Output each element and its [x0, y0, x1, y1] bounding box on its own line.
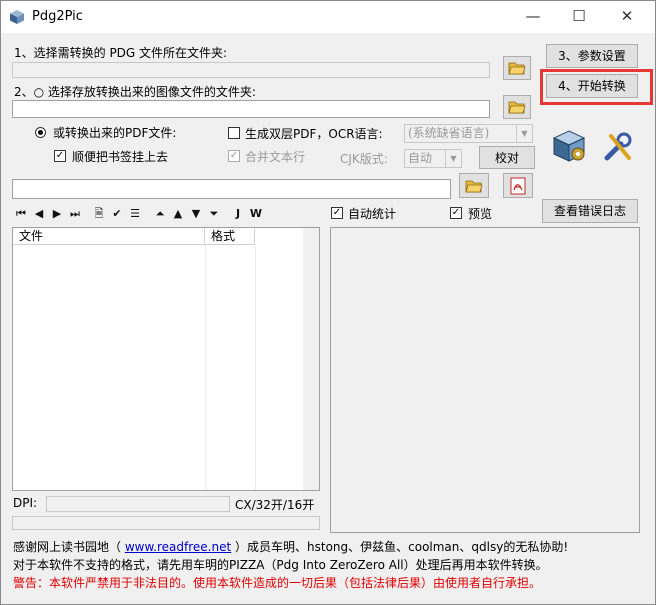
app-icon: [9, 9, 25, 25]
list-edit-icon[interactable]: ☰: [127, 206, 143, 222]
dual-layer-checkbox[interactable]: [228, 127, 240, 139]
thanks-suffix: ）成员车明、hstong、伊兹鱼、coolman、qdlsy的无私协助!: [231, 540, 569, 554]
warning-text: 警告：本软件严禁用于非法目的。使用本软件造成的一切后果（包括法律后果）由使用者自…: [13, 576, 542, 590]
first-icon[interactable]: ⏮: [13, 206, 29, 222]
column-header-file[interactable]: 文件: [13, 228, 205, 245]
format-note: 对于本软件不支持的格式，请先用车明的PIZZA（Pdg Into ZeroZer…: [13, 558, 548, 572]
auto-stat-label: 自动统计: [348, 207, 397, 221]
move-up-icon[interactable]: ▲: [170, 206, 186, 222]
params-button[interactable]: 3、参数设置: [546, 44, 638, 68]
maximize-button[interactable]: ☐: [556, 1, 602, 32]
pdf-output-radio[interactable]: [35, 127, 46, 138]
proofread-button[interactable]: 校对: [479, 146, 535, 169]
next-icon[interactable]: ▶: [49, 206, 65, 222]
readfree-link[interactable]: www.readfree.net: [125, 540, 231, 554]
tools-icon[interactable]: [601, 130, 635, 164]
prev-icon[interactable]: ◀: [31, 206, 47, 222]
pdf-icon: [510, 177, 526, 194]
browse-pdf-folder-button[interactable]: [459, 173, 489, 198]
step2-label: 2、○ 选择存放转换出来的图像文件的文件夹:: [14, 85, 256, 99]
w-icon[interactable]: W: [248, 206, 264, 222]
close-button[interactable]: ✕: [604, 1, 650, 32]
folder-open-icon: [508, 62, 526, 75]
start-convert-button[interactable]: 4、开始转换: [546, 74, 638, 98]
dropdown-arrow-icon: ▼: [516, 125, 532, 142]
close-icon: ✕: [620, 7, 634, 25]
preview-pane: [330, 227, 640, 533]
preview-label: 预览: [468, 207, 493, 221]
dual-layer-label: 生成双层PDF，OCR语言:: [245, 127, 383, 141]
pdf-path-input[interactable]: [12, 179, 451, 199]
package-icon[interactable]: [550, 127, 588, 165]
minimize-icon: —: [525, 7, 541, 25]
status-bar: [12, 516, 320, 530]
dpi-label: DPI:: [13, 496, 38, 510]
ocr-language-value: (系统缺省语言): [408, 126, 490, 140]
dpi-progress: [46, 496, 230, 512]
move-bottom-icon[interactable]: ⏷: [206, 206, 222, 222]
document-icon[interactable]: 🗎: [91, 206, 107, 222]
bookmark-checkbox[interactable]: ✓: [54, 150, 66, 162]
merge-text-checkbox[interactable]: ✓: [228, 150, 240, 162]
bookmark-label: 顺便把书签挂上去: [72, 150, 169, 164]
browse-output-button[interactable]: [503, 95, 531, 119]
thanks-line: 感谢网上读书园地（ www.readfree.net ）成员车明、hstong、…: [13, 538, 568, 555]
error-log-button[interactable]: 查看错误日志: [542, 199, 638, 223]
maximize-icon: ☐: [572, 7, 586, 25]
cjk-label: CJK版式:: [340, 152, 388, 166]
folder-open-icon: [465, 180, 483, 192]
file-list[interactable]: 文件 格式: [12, 227, 320, 491]
last-icon[interactable]: ⏭: [67, 206, 83, 222]
ocr-language-select[interactable]: (系统缺省语言) ▼: [404, 124, 533, 143]
dropdown-arrow-icon: ▼: [445, 150, 461, 167]
move-down-icon[interactable]: ▼: [188, 206, 204, 222]
auto-stat-checkbox[interactable]: ✓: [331, 207, 343, 219]
column-divider: [255, 245, 256, 490]
cjk-layout-select[interactable]: 自动 ▼: [404, 149, 462, 168]
step1-label: 1、选择需转换的 PDG 文件所在文件夹:: [14, 46, 228, 60]
move-top-icon[interactable]: ⏶: [152, 206, 168, 222]
source-folder-input[interactable]: [12, 62, 490, 78]
preview-checkbox[interactable]: ✓: [450, 207, 462, 219]
pdf-file-button[interactable]: [503, 173, 533, 198]
check-icon[interactable]: ✔: [109, 206, 125, 222]
cjk-layout-value: 自动: [408, 151, 433, 165]
list-scrollbar-area[interactable]: [303, 228, 319, 490]
output-folder-input[interactable]: [12, 100, 490, 118]
column-divider: [205, 245, 206, 490]
minimize-button[interactable]: —: [510, 1, 556, 32]
j-icon[interactable]: J: [230, 206, 246, 222]
pdf-output-label: 或转换出来的PDF文件:: [53, 126, 177, 140]
thanks-prefix: 感谢网上读书园地（: [13, 540, 125, 554]
merge-text-label: 合并文本行: [245, 150, 306, 164]
browse-source-button[interactable]: [503, 56, 531, 80]
folder-open-icon: [508, 101, 526, 114]
window-title: Pdg2Pic: [32, 9, 83, 24]
dpi-info: CX/32开/16开: [235, 498, 315, 512]
column-header-format[interactable]: 格式: [205, 228, 255, 245]
